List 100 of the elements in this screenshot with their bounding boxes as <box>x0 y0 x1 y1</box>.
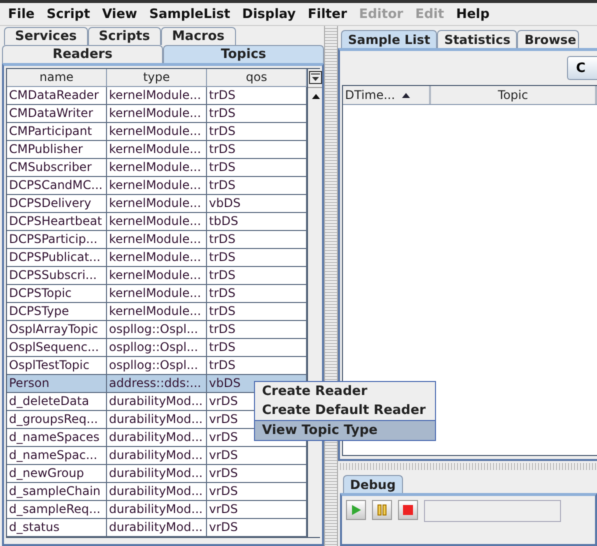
menu-item[interactable]: SampleList <box>143 6 236 22</box>
column-header[interactable]: Topic <box>431 86 597 104</box>
table-cell[interactable]: OsplSequenc... <box>9 340 99 354</box>
table-cell: vrDS <box>209 394 238 408</box>
table-cell: vrDS <box>209 412 238 426</box>
table-cell[interactable]: DCPSCandMC... <box>9 178 103 192</box>
table-cell: trDS <box>209 304 236 318</box>
stop-button[interactable] <box>398 500 418 520</box>
table-cell: kernelModule... <box>109 124 202 138</box>
play-icon <box>350 504 362 516</box>
table-cell[interactable]: d_newGroup <box>9 466 84 480</box>
table-cell[interactable]: d_nameSpac... <box>9 448 98 462</box>
table-cell: durabilityMod... <box>109 502 203 516</box>
tab[interactable]: Debug <box>343 475 403 493</box>
table-cell[interactable]: DCPSParticip... <box>9 232 98 246</box>
table-cell[interactable]: CMParticipant <box>9 124 92 138</box>
tab[interactable]: Readers <box>2 45 163 63</box>
table-cell: trDS <box>209 286 236 300</box>
table-cell: kernelModule... <box>109 286 202 300</box>
table-cell: kernelModule... <box>109 160 202 174</box>
table-cell: ospllog::Ospl... <box>109 358 198 372</box>
menu-item[interactable]: Create Default Reader <box>255 401 435 420</box>
table-cell: vrDS <box>209 520 238 534</box>
table-cell[interactable]: OsplTestTopic <box>9 358 90 372</box>
table-cell: durabilityMod... <box>109 412 203 426</box>
table-cell[interactable]: OsplArrayTopic <box>9 322 98 336</box>
menu-item[interactable]: Filter <box>302 6 353 22</box>
table-cell: trDS <box>209 88 236 102</box>
table-cell[interactable]: d_sampleChain <box>9 484 101 498</box>
table-cell: durabilityMod... <box>109 448 203 462</box>
tab[interactable]: Topics <box>163 45 324 63</box>
table-cell: kernelModule... <box>109 106 202 120</box>
table-cell[interactable]: d_sampleReq... <box>9 502 100 516</box>
column-header[interactable]: DTime... <box>343 86 431 104</box>
tab[interactable]: Sample List <box>341 30 438 48</box>
table-cell: kernelModule... <box>109 268 202 282</box>
table-cell: vrDS <box>209 448 238 462</box>
table-cell: kernelModule... <box>109 88 202 102</box>
table-cell[interactable]: d_groupsReq... <box>9 412 98 426</box>
table-cell: kernelModule... <box>109 178 202 192</box>
menu-item[interactable]: Script <box>40 6 96 22</box>
table-cell: ospllog::Ospl... <box>109 322 198 336</box>
table-cell: trDS <box>209 340 236 354</box>
table-cell: trDS <box>209 178 236 192</box>
table-cell: trDS <box>209 322 236 336</box>
table-cell: kernelModule... <box>109 304 202 318</box>
table-cell: kernelModule... <box>109 142 202 156</box>
menu-item[interactable]: Help <box>450 6 496 22</box>
menu-item[interactable]: Display <box>236 6 302 22</box>
menu-item[interactable]: File <box>2 6 41 22</box>
table-cell[interactable]: CMPublisher <box>9 142 83 156</box>
table-cell[interactable]: DCPSHeartbeat <box>9 214 102 228</box>
table-cell: vrDS <box>209 484 238 498</box>
table-cell[interactable]: DCPSType <box>9 304 70 318</box>
column-menu-icon[interactable] <box>308 69 322 87</box>
tab[interactable]: Scripts <box>88 27 161 45</box>
tab[interactable]: Services <box>4 27 88 45</box>
tab[interactable]: Macros <box>161 27 236 45</box>
table-cell[interactable]: Person <box>9 376 50 390</box>
table-cell: vrDS <box>209 502 238 516</box>
table-cell: vrDS <box>209 466 238 480</box>
table-cell: vbDS <box>209 376 241 390</box>
menu-item[interactable]: View <box>96 6 144 22</box>
table-cell: trDS <box>209 250 236 264</box>
table-cell: vbDS <box>209 196 241 210</box>
button[interactable]: C <box>567 56 597 80</box>
table-cell[interactable]: CMDataReader <box>9 88 99 102</box>
table-cell: trDS <box>209 106 236 120</box>
table-cell: trDS <box>209 268 236 282</box>
table-cell: trDS <box>209 232 236 246</box>
table-cell[interactable]: DCPSDelivery <box>9 196 92 210</box>
table-cell: kernelModule... <box>109 196 202 210</box>
table-cell: kernelModule... <box>109 214 202 228</box>
table-cell[interactable]: CMDataWriter <box>9 106 93 120</box>
table-cell: durabilityMod... <box>109 394 203 408</box>
table-cell: durabilityMod... <box>109 484 203 498</box>
table-cell: address::dds:... <box>109 376 202 390</box>
table-cell[interactable]: DCPSSubscri... <box>9 268 97 282</box>
menu-item[interactable]: Create Reader <box>255 382 435 401</box>
input-field[interactable] <box>424 500 561 522</box>
tab[interactable]: Browse <box>517 30 580 48</box>
table-cell: durabilityMod... <box>109 430 203 444</box>
menu-item[interactable]: View Topic Type <box>255 420 435 440</box>
table-cell: tbDS <box>209 214 238 228</box>
table-cell[interactable]: d_nameSpaces <box>9 430 100 444</box>
table-cell: vrDS <box>209 430 238 444</box>
table-cell[interactable]: CMSubscriber <box>9 160 92 174</box>
table-cell[interactable]: d_deleteData <box>9 394 90 408</box>
table-cell[interactable]: d_status <box>9 520 60 534</box>
sort-ascending-icon <box>401 91 412 99</box>
stop-icon <box>402 504 414 516</box>
play-button[interactable] <box>346 500 366 520</box>
table-cell[interactable]: DCPSTopic <box>9 286 72 300</box>
table-cell: durabilityMod... <box>109 520 203 534</box>
table-cell: trDS <box>209 124 236 138</box>
tab[interactable]: Statistics <box>437 30 518 48</box>
table-cell: durabilityMod... <box>109 466 203 480</box>
table-cell[interactable]: DCPSPublicat... <box>9 250 100 264</box>
table-cell: trDS <box>209 160 236 174</box>
pause-button[interactable] <box>372 500 392 520</box>
